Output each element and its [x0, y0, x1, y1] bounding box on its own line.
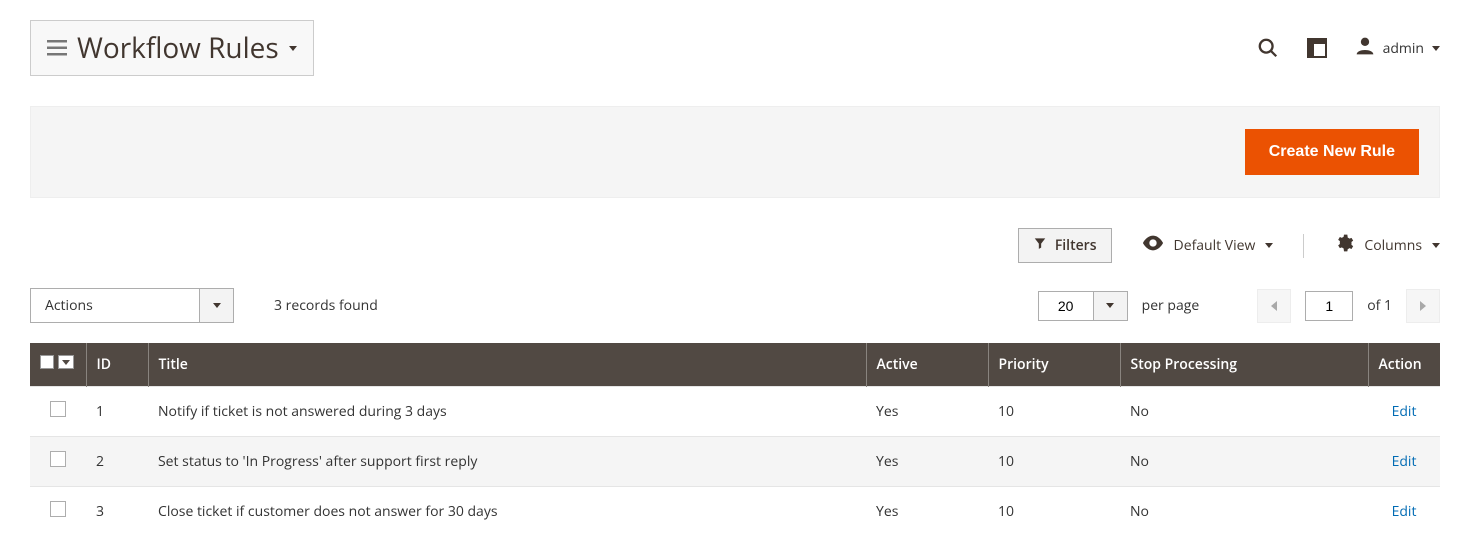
filters-label: Filters — [1055, 236, 1097, 255]
rules-table: ID Title Active Priority Stop Processing… — [30, 343, 1440, 536]
create-new-rule-button[interactable]: Create New Rule — [1245, 129, 1419, 175]
user-icon — [1355, 36, 1375, 61]
cell-stop: No — [1120, 387, 1368, 437]
table-row: 3Close ticket if customer does not answe… — [30, 487, 1440, 537]
cell-active: Yes — [866, 437, 988, 487]
page-input[interactable] — [1305, 291, 1353, 321]
row-checkbox[interactable] — [50, 451, 66, 467]
next-page-button[interactable] — [1406, 289, 1440, 323]
page-title-dropdown[interactable]: Workflow Rules — [30, 20, 314, 76]
cell-priority: 10 — [988, 437, 1120, 487]
bulk-actions-dropdown[interactable]: Actions — [30, 288, 234, 323]
column-header-stop[interactable]: Stop Processing — [1120, 343, 1368, 387]
column-header-priority[interactable]: Priority — [988, 343, 1120, 387]
table-row: 2Set status to 'In Progress' after suppo… — [30, 437, 1440, 487]
prev-page-button[interactable] — [1257, 289, 1291, 323]
per-page-input[interactable] — [1038, 291, 1094, 321]
default-view-label: Default View — [1174, 236, 1256, 255]
cell-priority: 10 — [988, 487, 1120, 537]
records-found-label: 3 records found — [274, 296, 378, 315]
columns-label: Columns — [1364, 236, 1422, 255]
row-checkbox[interactable] — [50, 501, 66, 517]
layout-icon[interactable] — [1307, 38, 1327, 58]
chevron-down-icon — [289, 46, 297, 51]
action-bar: Create New Rule — [30, 106, 1440, 198]
column-header-action: Action — [1368, 343, 1440, 387]
chevron-left-icon — [1271, 301, 1277, 311]
cell-active: Yes — [866, 487, 988, 537]
eye-icon — [1142, 235, 1164, 256]
funnel-icon — [1033, 236, 1047, 255]
cell-stop: No — [1120, 437, 1368, 487]
page-total-label: of 1 — [1367, 296, 1392, 315]
column-header-id[interactable]: ID — [86, 343, 148, 387]
chevron-down-icon — [1265, 243, 1273, 248]
hamburger-icon — [47, 40, 67, 56]
search-icon[interactable] — [1257, 37, 1279, 59]
cell-stop: No — [1120, 487, 1368, 537]
chevron-down-icon — [1432, 46, 1440, 51]
cell-title: Notify if ticket is not answered during … — [148, 387, 866, 437]
cell-id: 3 — [86, 487, 148, 537]
table-row: 1Notify if ticket is not answered during… — [30, 387, 1440, 437]
edit-link[interactable]: Edit — [1392, 452, 1417, 471]
chevron-down-icon — [1432, 243, 1440, 248]
user-menu[interactable]: admin — [1355, 36, 1440, 61]
divider — [1303, 234, 1304, 258]
bulk-actions-label: Actions — [30, 288, 200, 323]
page-title: Workflow Rules — [77, 29, 279, 67]
user-name: admin — [1383, 39, 1424, 58]
gear-icon — [1334, 233, 1354, 258]
select-all-checkbox[interactable] — [40, 355, 74, 369]
chevron-right-icon — [1420, 301, 1426, 311]
cell-title: Close ticket if customer does not answer… — [148, 487, 866, 537]
cell-id: 1 — [86, 387, 148, 437]
per-page-dropdown-toggle[interactable] — [1094, 291, 1128, 321]
columns-dropdown[interactable]: Columns — [1334, 233, 1440, 258]
default-view-dropdown[interactable]: Default View — [1142, 235, 1274, 256]
edit-link[interactable]: Edit — [1392, 402, 1417, 421]
cell-id: 2 — [86, 437, 148, 487]
edit-link[interactable]: Edit — [1392, 502, 1417, 521]
column-header-active[interactable]: Active — [866, 343, 988, 387]
filters-button[interactable]: Filters — [1018, 228, 1112, 263]
cell-active: Yes — [866, 387, 988, 437]
cell-priority: 10 — [988, 387, 1120, 437]
column-header-title[interactable]: Title — [148, 343, 866, 387]
per-page-label: per page — [1142, 296, 1200, 315]
row-checkbox[interactable] — [50, 401, 66, 417]
chevron-down-icon — [200, 288, 234, 323]
cell-title: Set status to 'In Progress' after suppor… — [148, 437, 866, 487]
